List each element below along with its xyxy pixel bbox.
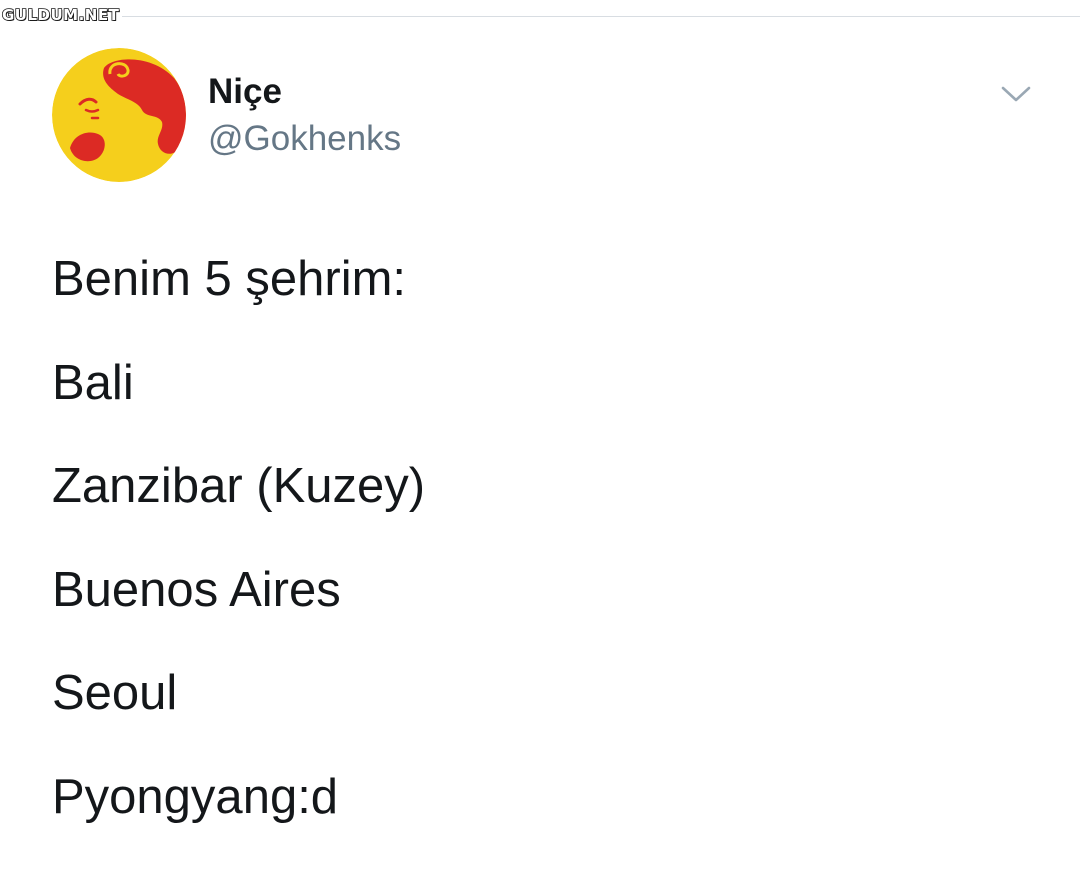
tweet-line-heading: Benim 5 şehrim:	[52, 252, 407, 306]
avatar[interactable]	[52, 48, 186, 182]
tweet-line-city: Seoul	[52, 666, 178, 720]
display-name[interactable]: Niçe	[208, 71, 282, 113]
tweet-line-city: Buenos Aires	[52, 562, 341, 617]
tweet-line-city: Zanzibar (Kuzey)	[52, 459, 426, 513]
user-handle[interactable]: @Gokhenks	[208, 118, 401, 160]
top-divider	[122, 16, 1080, 17]
tweet-line-city: Pyongyang:d	[52, 769, 339, 824]
tweet-line-city: Bali	[52, 355, 134, 410]
avatar-image-icon	[52, 48, 186, 182]
chevron-down-icon[interactable]	[996, 80, 1036, 108]
watermark-logo: GULDUM.NET	[1, 5, 120, 25]
tweet-text: Benim 5 şehrim: Bali Zanzibar (Kuzey) Bu…	[52, 245, 1052, 866]
